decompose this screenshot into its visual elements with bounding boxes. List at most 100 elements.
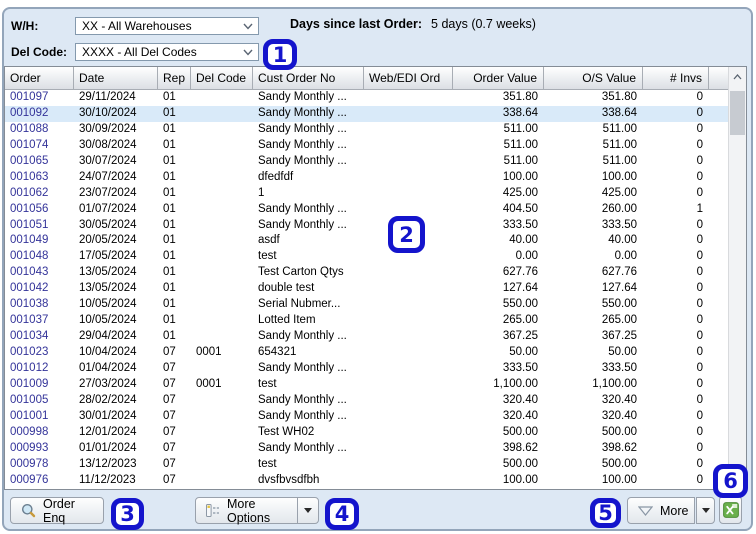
cell-order: 000998 [10,425,49,438]
cell-os-value: 367.25 [601,330,637,343]
cell-date: 13/12/2023 [79,457,137,470]
cell-os-value: 425.00 [601,186,637,199]
cell-date: 01/04/2024 [79,361,137,374]
cell-order-value: 40.00 [509,234,538,247]
table-row[interactable]: 001037 10/05/2024 01 Lotted Item 265.00 265.0… [5,313,728,330]
table-row[interactable]: 000993 01/01/2024 07 Sandy Monthly ... 398.6… [5,440,728,457]
table-row[interactable]: 001062 23/07/2024 01 1 425.00 425.00 0 [5,185,728,202]
cell-cust-order-no: asdf [258,234,280,247]
cell-order-value: 351.80 [502,91,538,103]
cell-del-code [191,202,253,218]
vertical-scrollbar[interactable] [728,67,746,489]
cell-num-invs: 0 [696,330,703,343]
table-row[interactable]: 000976 11/12/2023 07 dvsfbvsdfbh 100.00 100.0… [5,472,728,489]
column-header-os-value[interactable]: O/S Value [544,67,643,89]
cell-order-value: 511.00 [503,122,538,135]
cell-del-code [191,297,253,313]
cell-web-edi-ord [364,186,453,202]
column-header-cust-order-no[interactable]: Cust Order No [253,67,364,89]
cell-os-value: 333.50 [601,218,637,231]
cell-order-value: 627.76 [502,266,538,279]
column-header-rep[interactable]: Rep [158,67,191,89]
cell-web-edi-ord [364,154,453,170]
cell-date: 30/10/2024 [79,106,137,119]
more-dropdown-button[interactable] [696,497,715,524]
cell-date: 11/12/2023 [79,473,136,486]
cell-date: 17/05/2024 [79,250,137,263]
del-code-select[interactable]: XXXX - All Del Codes [75,43,259,61]
cell-del-code [191,473,253,489]
cell-web-edi-ord [364,377,453,393]
cell-order: 001005 [10,393,49,406]
cell-rep: 01 [163,282,176,295]
cell-web-edi-ord [364,441,453,457]
table-row[interactable]: 000978 13/12/2023 07 test 500.00 500.00 0 [5,456,728,473]
annotation-3: 3 [111,498,144,530]
cell-web-edi-ord [364,265,453,281]
table-row[interactable]: 001001 30/01/2024 07 Sandy Monthly ... 320.4… [5,408,728,425]
table-row[interactable]: 001034 29/04/2024 01 Sandy Monthly ... 367.2… [5,329,728,345]
table-row[interactable]: 000998 12/01/2024 07 Test WH02 500.00 500.00 0 [5,424,728,441]
cell-rep: 01 [163,266,176,279]
more-options-button[interactable]: More Options [195,497,298,525]
cell-del-code [191,361,253,377]
column-header-num-invs[interactable]: # Invs [643,67,709,89]
cell-date: 28/02/2024 [79,393,137,406]
cell-os-value: 50.00 [608,346,637,358]
cell-num-invs: 0 [696,186,703,199]
cell-order-value: 333.50 [502,218,538,231]
column-header-order-value[interactable]: Order Value [453,67,544,89]
more-options-dropdown-button[interactable] [297,497,319,524]
cell-num-invs: 1 [696,202,703,215]
table-row[interactable]: 001048 17/05/2024 01 test 0.00 0.00 0 [5,249,728,266]
column-header-date[interactable]: Date [74,67,158,89]
table-row[interactable]: 001063 24/07/2024 01 dfedfdf 100.00 100.00 0 [5,169,728,186]
cell-order-value: 320.40 [502,393,538,406]
cell-order: 001034 [10,330,49,343]
cell-num-invs: 0 [696,170,703,183]
cell-rep: 01 [163,138,176,151]
table-row[interactable]: 001092 30/10/2024 01 Sandy Monthly ... 338.6… [5,105,728,122]
cell-os-value: 320.40 [601,409,637,422]
table-row[interactable]: 001088 30/09/2024 01 Sandy Monthly ... 511.0… [5,121,728,138]
export-excel-button[interactable] [719,496,742,524]
scroll-up-button[interactable] [729,67,746,86]
cell-order-value: 50.00 [509,346,538,358]
column-header-del-code[interactable]: Del Code [191,67,253,89]
table-row[interactable]: 001038 10/05/2024 01 Serial Nubmer... 550.00… [5,297,728,314]
cell-del-code [191,265,253,281]
table-row[interactable]: 001005 28/02/2024 07 Sandy Monthly ... 320.4… [5,392,728,409]
table-row[interactable]: 001074 30/08/2024 01 Sandy Monthly ... 511.0… [5,137,728,154]
table-row[interactable]: 001042 13/05/2024 01 double test 127.64 127.6… [5,281,728,298]
warehouse-select[interactable]: XX - All Warehouses [75,17,259,35]
cell-rep: 07 [163,409,176,422]
cell-date: 01/01/2024 [79,441,137,454]
table-row[interactable]: 001012 01/04/2024 07 Sandy Monthly ... 333.5… [5,360,728,377]
table-row[interactable]: 001049 20/05/2024 01 asdf 40.00 40.00 0 [5,233,728,250]
cell-order: 001088 [10,122,49,135]
table-row[interactable]: 001097 29/11/2024 01 Sandy Monthly ... 351.8… [5,90,728,106]
table-row[interactable]: 001043 13/05/2024 01 Test Carton Qtys 627.76… [5,265,728,282]
del-code-label: Del Code: [11,45,68,59]
cell-order: 001056 [10,202,49,215]
cell-os-value: 0.00 [614,250,637,263]
column-header-web-edi-ord[interactable]: Web/EDI Ord [364,67,453,89]
cell-order-value: 320.40 [502,409,538,422]
scrollbar-thumb[interactable] [730,91,745,135]
cell-rep: 01 [163,298,176,311]
column-header-order[interactable]: Order [5,67,74,89]
order-enq-button[interactable]: Order Enq [10,497,104,525]
days-since-value: 5 days (0.7 weeks) [431,17,536,31]
column-header-filler[interactable] [709,67,728,89]
table-row[interactable]: 001056 01/07/2024 01 Sandy Monthly ... 404.5… [5,201,728,218]
cell-del-code [191,249,253,265]
table-row[interactable]: 001009 27/03/2024 07 0001 test 1,100.00 1,100.… [5,376,728,393]
cell-order-value: 404.50 [502,202,538,215]
table-row[interactable]: 001065 30/07/2024 01 Sandy Monthly ... 511.0… [5,153,728,170]
cell-del-code [191,329,253,345]
table-row[interactable]: 001023 10/04/2024 07 0001 654321 50.00 50.00 0 [5,345,728,361]
cell-del-code [191,281,253,297]
table-row[interactable]: 001051 30/05/2024 01 Sandy Monthly ... 333.5… [5,217,728,234]
cell-cust-order-no: dfedfdf [258,170,294,183]
more-button[interactable]: More [627,497,695,524]
